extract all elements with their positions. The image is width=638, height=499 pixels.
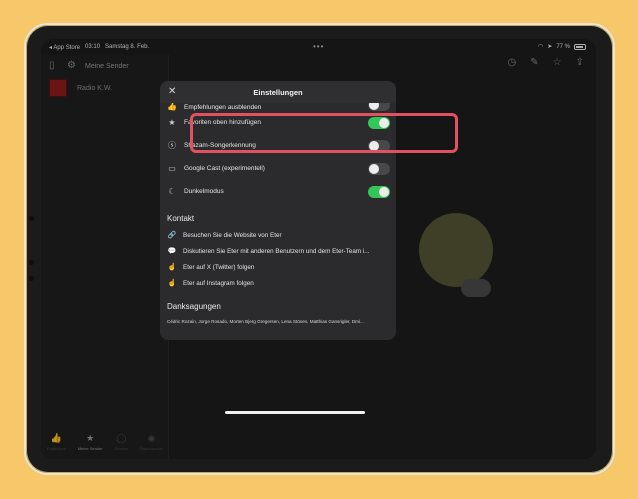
toggle-switch[interactable]	[368, 162, 390, 175]
setting-dark-mode[interactable]: ☾ Dunkelmodus	[160, 180, 396, 203]
thumbs-up-icon: 👍	[167, 103, 177, 111]
link-icon: 🔗	[167, 232, 177, 239]
sheet-header: ✕ Einstellungen	[160, 81, 396, 103]
chat-bubbles-icon: 💬	[167, 248, 177, 255]
sheet-title: Einstellungen	[253, 87, 303, 97]
link-twitter[interactable]: ☝ Eter auf X (Twitter) folgen	[160, 259, 396, 275]
sensor-dot	[29, 260, 34, 265]
link-website[interactable]: 🔗 Besuchen Sie die Website von Eter	[160, 227, 396, 243]
setting-google-cast[interactable]: ▭ Google Cast (experimentell)	[160, 157, 396, 180]
link-label: Eter auf Instagram folgen	[183, 279, 254, 287]
pointer-hand-icon: ☝	[167, 280, 177, 287]
toggle-switch[interactable]	[368, 185, 390, 198]
setting-label: Dunkelmodus	[184, 188, 224, 195]
shazam-icon: ⓢ	[168, 141, 176, 150]
credits-header: Danksagungen	[167, 302, 221, 311]
star-icon: ★	[168, 118, 176, 127]
cast-icon: ▭	[168, 164, 176, 173]
toggle-switch[interactable]	[368, 103, 390, 111]
camera-dot	[29, 216, 34, 221]
credits-text: Cédric Rozain, Jorge Rosado, Morten Bjer…	[167, 319, 364, 324]
link-instagram[interactable]: ☝ Eter auf Instagram folgen	[160, 275, 396, 291]
setting-hide-recommendations[interactable]: 👍 Empfehlungen ausblenden	[160, 103, 396, 111]
link-label: Besuchen Sie die Website von Eter	[183, 231, 282, 239]
setting-label: Google Cast (experimentell)	[184, 165, 265, 172]
pointer-hand-icon: ☝	[167, 264, 177, 271]
highlight-annotation	[190, 113, 458, 153]
link-discuss[interactable]: 💬 Diskutieren Sie Eter mit anderen Benut…	[160, 243, 396, 259]
sensor-dot	[29, 276, 34, 281]
moon-icon: ☾	[168, 187, 176, 196]
link-label: Diskutieren Sie Eter mit anderen Benutze…	[183, 247, 370, 255]
link-label: Eter auf X (Twitter) folgen	[183, 263, 255, 271]
setting-label: Empfehlungen ausblenden	[184, 104, 262, 111]
close-icon[interactable]: ✕	[168, 86, 176, 97]
contact-header: Kontakt	[167, 214, 195, 223]
home-indicator[interactable]	[225, 411, 365, 414]
